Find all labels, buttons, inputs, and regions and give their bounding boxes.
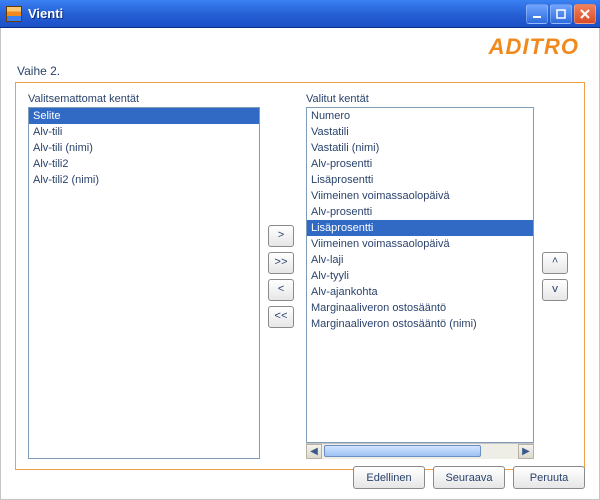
scroll-right-icon[interactable]: ▶ [518, 444, 534, 459]
maximize-icon [556, 9, 566, 19]
dialog-buttons: Edellinen Seuraava Peruuta [353, 466, 585, 489]
selected-list-hscrollbar[interactable]: ◀ ▶ [306, 443, 534, 459]
unselected-listbox[interactable]: SeliteAlv-tiliAlv-tili (nimi)Alv-tili2Al… [28, 107, 260, 459]
list-item[interactable]: Alv-tyyli [307, 268, 533, 284]
move-down-button[interactable]: v [542, 279, 568, 301]
scroll-track[interactable] [322, 444, 518, 459]
list-item[interactable]: Viimeinen voimassaolopäivä [307, 236, 533, 252]
close-icon [580, 9, 590, 19]
list-item[interactable]: Alv-prosentti [307, 156, 533, 172]
window-body: ADITRO Vaihe 2. Valitsemattomat kentät S… [0, 28, 600, 500]
unselected-label: Valitsemattomat kentät [28, 93, 260, 105]
list-item[interactable]: Alv-tili2 (nimi) [29, 172, 259, 188]
remove-all-button[interactable]: << [268, 306, 294, 328]
add-all-button[interactable]: >> [268, 252, 294, 274]
remove-button[interactable]: < [268, 279, 294, 301]
selected-label: Valitut kentät [306, 93, 534, 105]
minimize-icon [532, 9, 542, 19]
window-maximize-button[interactable] [550, 4, 572, 24]
next-button[interactable]: Seuraava [433, 466, 505, 489]
list-item[interactable]: Alv-ajankohta [307, 284, 533, 300]
list-item[interactable]: Alv-tili (nimi) [29, 140, 259, 156]
selected-listbox[interactable]: NumeroVastatiliVastatili (nimi)Alv-prose… [306, 107, 534, 443]
content-frame: Valitsemattomat kentät SeliteAlv-tiliAlv… [15, 82, 585, 470]
scroll-thumb[interactable] [324, 445, 481, 457]
list-item[interactable]: Lisäprosentti [307, 220, 533, 236]
scroll-left-icon[interactable]: ◀ [306, 444, 322, 459]
app-icon [6, 6, 22, 22]
window-close-button[interactable] [574, 4, 596, 24]
list-item[interactable]: Alv-prosentti [307, 204, 533, 220]
list-item[interactable]: Vastatili (nimi) [307, 140, 533, 156]
list-item[interactable]: Lisäprosentti [307, 172, 533, 188]
list-item[interactable]: Marginaaliveron ostosääntö (nimi) [307, 316, 533, 332]
list-item[interactable]: Vastatili [307, 124, 533, 140]
unselected-column: Valitsemattomat kentät SeliteAlv-tiliAlv… [28, 93, 260, 459]
title-bar: Vienti [0, 0, 600, 28]
list-item[interactable]: Alv-tili2 [29, 156, 259, 172]
list-item[interactable]: Numero [307, 108, 533, 124]
move-up-button[interactable]: ^ [542, 252, 568, 274]
list-item[interactable]: Alv-laji [307, 252, 533, 268]
step-label: Vaihe 2. [17, 64, 585, 78]
previous-button[interactable]: Edellinen [353, 466, 425, 489]
list-item[interactable]: Selite [29, 108, 259, 124]
list-item[interactable]: Viimeinen voimassaolopäivä [307, 188, 533, 204]
selected-column: Valitut kentät NumeroVastatiliVastatili … [306, 93, 534, 459]
cancel-button[interactable]: Peruuta [513, 466, 585, 489]
list-item[interactable]: Alv-tili [29, 124, 259, 140]
window-title: Vienti [28, 6, 524, 21]
brand-logo: ADITRO [489, 34, 579, 60]
add-button[interactable]: > [268, 225, 294, 247]
order-column: ^ v [542, 93, 572, 459]
mover-column: > >> < << [268, 93, 298, 459]
list-item[interactable]: Marginaaliveron ostosääntö [307, 300, 533, 316]
window-minimize-button[interactable] [526, 4, 548, 24]
